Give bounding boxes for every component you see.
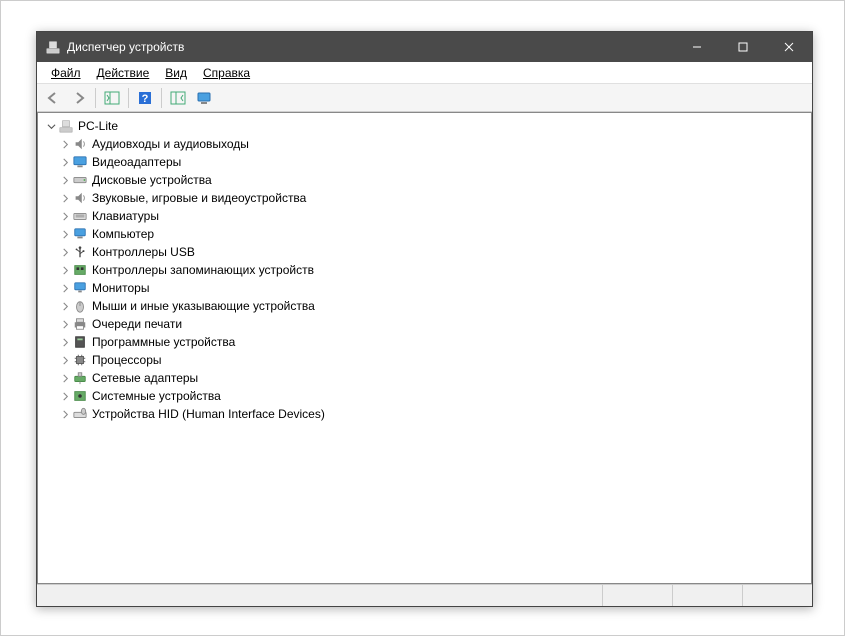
- help-button[interactable]: ?: [133, 87, 157, 109]
- chevron-right-icon[interactable]: [58, 245, 72, 259]
- display-icon: [72, 154, 88, 170]
- tree-node-label: Компьютер: [92, 227, 154, 241]
- statusbar: [37, 584, 812, 606]
- monitor-icon: [72, 280, 88, 296]
- toolbar-separator: [128, 88, 129, 108]
- software-icon: [72, 334, 88, 350]
- printer-icon: [72, 316, 88, 332]
- toolbar-separator: [161, 88, 162, 108]
- maximize-button[interactable]: [720, 32, 766, 62]
- chevron-right-icon[interactable]: [58, 209, 72, 223]
- tree-node-label: Сетевые адаптеры: [92, 371, 198, 385]
- tree-node-label: Контроллеры USB: [92, 245, 195, 259]
- tree-node[interactable]: Контроллеры USB: [56, 243, 811, 261]
- tree-node[interactable]: Сетевые адаптеры: [56, 369, 811, 387]
- tree-node-label: Очереди печати: [92, 317, 182, 331]
- close-button[interactable]: [766, 32, 812, 62]
- chevron-right-icon[interactable]: [58, 389, 72, 403]
- chevron-right-icon[interactable]: [58, 173, 72, 187]
- tree-node-label: Мониторы: [92, 281, 149, 295]
- tree-node-label: Клавиатуры: [92, 209, 159, 223]
- tree-node-label: Системные устройства: [92, 389, 221, 403]
- chevron-right-icon[interactable]: [58, 335, 72, 349]
- audio-icon: [72, 136, 88, 152]
- device-tree[interactable]: PC-Lite Аудиовходы и аудиовыходы Видеоада…: [37, 112, 812, 584]
- menu-action[interactable]: Действие: [89, 64, 158, 82]
- chevron-right-icon[interactable]: [58, 317, 72, 331]
- tree-node-label: Устройства HID (Human Interface Devices): [92, 407, 325, 421]
- disk-icon: [72, 172, 88, 188]
- tree-node[interactable]: Аудиовходы и аудиовыходы: [56, 135, 811, 153]
- tree-node-label: Процессоры: [92, 353, 162, 367]
- tree-node[interactable]: Мониторы: [56, 279, 811, 297]
- tree-node[interactable]: Системные устройства: [56, 387, 811, 405]
- tree-node[interactable]: Очереди печати: [56, 315, 811, 333]
- chevron-down-icon[interactable]: [44, 119, 58, 133]
- window-title: Диспетчер устройств: [67, 40, 184, 54]
- chevron-right-icon[interactable]: [58, 155, 72, 169]
- back-button[interactable]: [41, 87, 65, 109]
- tree-node[interactable]: Компьютер: [56, 225, 811, 243]
- statusbar-section: [602, 585, 672, 606]
- menu-view[interactable]: Вид: [157, 64, 195, 82]
- computer-icon: [72, 226, 88, 242]
- chevron-right-icon[interactable]: [58, 407, 72, 421]
- tree-node[interactable]: Клавиатуры: [56, 207, 811, 225]
- chevron-right-icon[interactable]: [58, 299, 72, 313]
- tree-root-node[interactable]: PC-Lite: [38, 117, 811, 135]
- tree-node[interactable]: Дисковые устройства: [56, 171, 811, 189]
- tree-node[interactable]: Устройства HID (Human Interface Devices): [56, 405, 811, 423]
- tree-node-label: Программные устройства: [92, 335, 235, 349]
- tree-node-label: Контроллеры запоминающих устройств: [92, 263, 314, 277]
- app-icon: [45, 39, 61, 55]
- toolbar-separator: [95, 88, 96, 108]
- chevron-right-icon[interactable]: [58, 281, 72, 295]
- tree-root-label: PC-Lite: [78, 119, 118, 133]
- chevron-right-icon[interactable]: [58, 263, 72, 277]
- network-icon: [72, 370, 88, 386]
- minimize-button[interactable]: [674, 32, 720, 62]
- sound-icon: [72, 190, 88, 206]
- storage-ctrl-icon: [72, 262, 88, 278]
- mouse-icon: [72, 298, 88, 314]
- keyboard-icon: [72, 208, 88, 224]
- system-icon: [72, 388, 88, 404]
- titlebar: Диспетчер устройств: [37, 32, 812, 62]
- tree-node-label: Мыши и иные указывающие устройства: [92, 299, 315, 313]
- toolbar: ?: [37, 84, 812, 112]
- chevron-right-icon[interactable]: [58, 191, 72, 205]
- tree-node-label: Аудиовходы и аудиовыходы: [92, 137, 249, 151]
- tree-node[interactable]: Контроллеры запоминающих устройств: [56, 261, 811, 279]
- show-hide-tree-button[interactable]: [100, 87, 124, 109]
- chevron-right-icon[interactable]: [58, 353, 72, 367]
- tree-node[interactable]: Программные устройства: [56, 333, 811, 351]
- menu-file[interactable]: Файл: [43, 64, 89, 82]
- tree-node[interactable]: Видеоадаптеры: [56, 153, 811, 171]
- device-manager-window: Диспетчер устройств Файл Действие Вид Сп…: [36, 31, 813, 607]
- chevron-right-icon[interactable]: [58, 371, 72, 385]
- refresh-button[interactable]: [192, 87, 216, 109]
- chevron-right-icon[interactable]: [58, 137, 72, 151]
- hid-icon: [72, 406, 88, 422]
- svg-text:?: ?: [142, 93, 149, 105]
- statusbar-section: [672, 585, 742, 606]
- tree-node[interactable]: Мыши и иные указывающие устройства: [56, 297, 811, 315]
- computer-icon: [58, 118, 74, 134]
- usb-icon: [72, 244, 88, 260]
- tree-node-label: Видеоадаптеры: [92, 155, 181, 169]
- scan-hardware-button[interactable]: [166, 87, 190, 109]
- tree-node[interactable]: Процессоры: [56, 351, 811, 369]
- menubar: Файл Действие Вид Справка: [37, 62, 812, 84]
- chevron-right-icon[interactable]: [58, 227, 72, 241]
- cpu-icon: [72, 352, 88, 368]
- tree-node-label: Дисковые устройства: [92, 173, 212, 187]
- tree-node[interactable]: Звуковые, игровые и видеоустройства: [56, 189, 811, 207]
- statusbar-section: [742, 585, 812, 606]
- tree-node-label: Звуковые, игровые и видеоустройства: [92, 191, 306, 205]
- menu-help[interactable]: Справка: [195, 64, 258, 82]
- forward-button[interactable]: [67, 87, 91, 109]
